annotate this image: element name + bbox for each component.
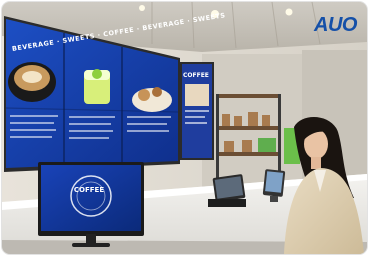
side-panel-heading: COFFEE — [183, 72, 209, 79]
monitor-coffee-logo: COFFEE — [73, 186, 105, 194]
photo-frame: AUO BEVERAGE · SWEETS · COFFEE · BEVERAG… — [2, 2, 367, 254]
auo-logo: AUO — [314, 14, 357, 36]
